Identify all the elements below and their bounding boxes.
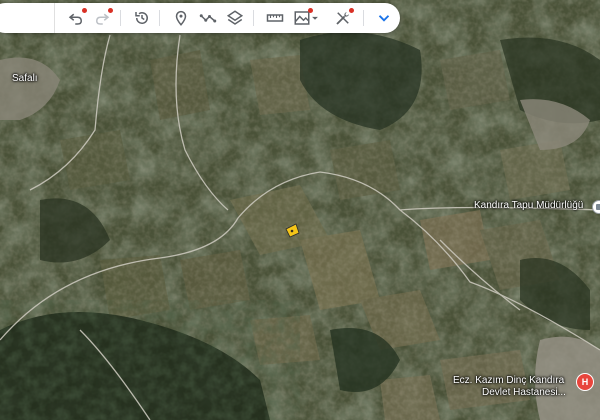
- chevron-down-icon: [378, 15, 390, 22]
- layers-button[interactable]: [224, 7, 246, 29]
- toolbar-divider: [363, 10, 364, 26]
- path-icon: [199, 14, 217, 23]
- hospital-label-line1[interactable]: Ecz. Kazım Dinç Kandıra: [453, 375, 564, 386]
- terrain-dropdown[interactable]: [308, 7, 322, 29]
- undo-indicator-dot: [82, 8, 87, 13]
- history-icon: [135, 12, 148, 24]
- redo-indicator-dot: [108, 8, 113, 13]
- redo-button[interactable]: [91, 7, 113, 29]
- map-toolbar: [0, 3, 400, 33]
- expand-button[interactable]: [373, 7, 395, 29]
- hospital-icon[interactable]: H: [576, 373, 594, 391]
- add-placemark-button[interactable]: [170, 7, 192, 29]
- ruler-icon: [266, 14, 284, 22]
- history-button[interactable]: [131, 7, 153, 29]
- undo-button[interactable]: [65, 7, 87, 29]
- hospital-label-line2[interactable]: Devlet Hastanesi...: [482, 387, 566, 398]
- toolbar-divider: [253, 10, 254, 26]
- placemark-icon: [175, 10, 187, 26]
- search-box[interactable]: [0, 3, 55, 33]
- caret-down-icon: [312, 16, 318, 20]
- land-registry-label[interactable]: Kandıra Tapu Müdürlüğü: [474, 200, 583, 211]
- tools-button[interactable]: [332, 7, 354, 29]
- tools-indicator-dot: [349, 8, 354, 13]
- village-label[interactable]: Safalı: [12, 73, 38, 84]
- toolbar-divider: [120, 10, 121, 26]
- land-registry-icon[interactable]: [592, 200, 600, 214]
- draw-path-button[interactable]: [197, 7, 219, 29]
- measure-button[interactable]: [264, 7, 286, 29]
- layers-icon: [226, 10, 244, 25]
- toolbar-divider: [159, 10, 160, 26]
